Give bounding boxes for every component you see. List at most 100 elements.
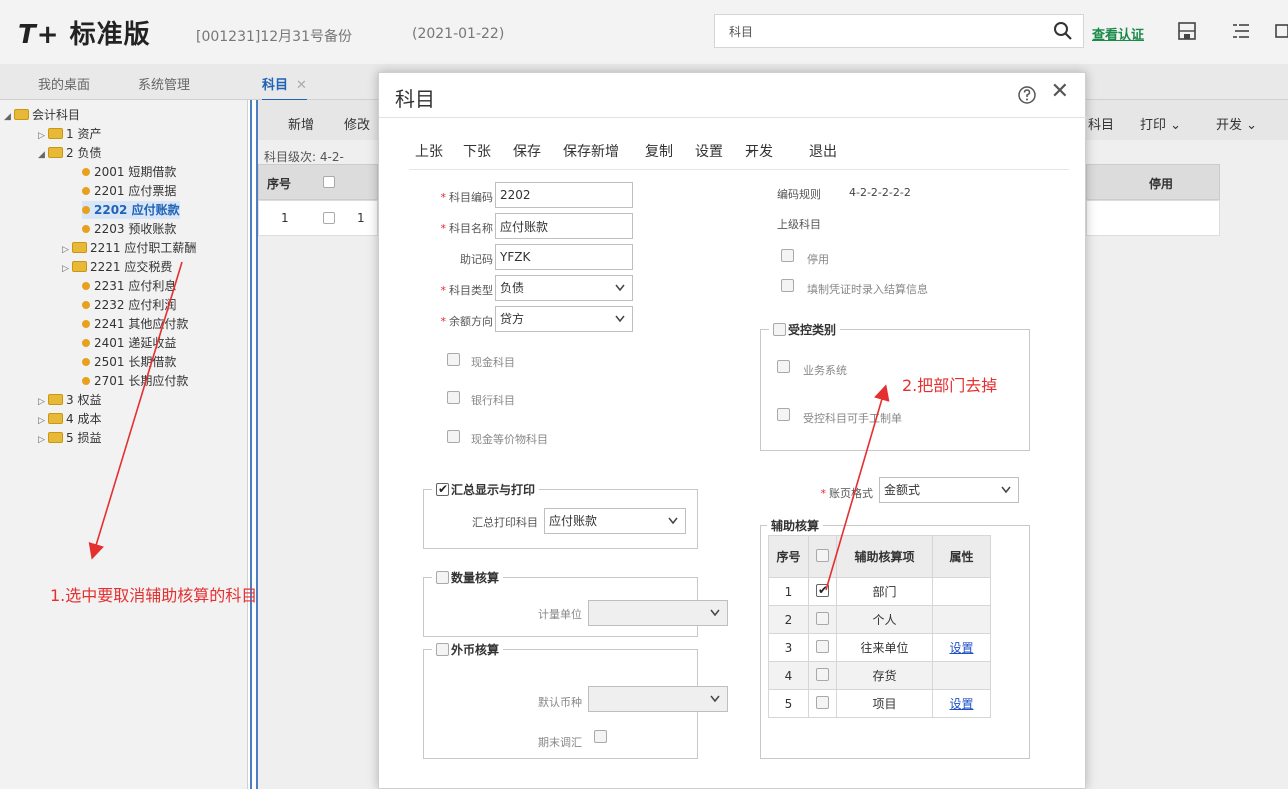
controlled-checkbox[interactable] [773, 323, 786, 336]
cash-equivalent-checkbox[interactable] [447, 430, 460, 443]
tree-leaf[interactable]: 2241 其他应付款 [82, 315, 188, 333]
subject-level: 科目级次: 4-2- [264, 150, 344, 164]
parent-subject-label: 上级科目 [777, 218, 821, 231]
controlled-manual-checkbox[interactable] [777, 408, 790, 421]
table-row[interactable]: 3 往来单位 设置 [768, 633, 991, 662]
tree-leaf[interactable]: 2501 长期借款 [82, 353, 176, 371]
collapse-triangle-icon[interactable]: ◢ [4, 108, 14, 126]
disabled-checkbox[interactable] [781, 249, 794, 262]
save-button[interactable]: 保存 [513, 141, 541, 161]
unit-select[interactable] [588, 600, 728, 626]
tree-node-cost[interactable]: ▷ 4 成本 [38, 410, 101, 428]
tree-leaf[interactable]: 2231 应付利息 [82, 277, 176, 295]
dev-button[interactable]: 开发 ⌄ [1216, 114, 1257, 133]
check-icon: ✔ [438, 482, 449, 496]
select-all-checkbox[interactable] [323, 176, 335, 188]
tree-leaf[interactable]: 2201 应付票据 [82, 182, 176, 200]
settle-info-checkbox[interactable] [781, 279, 794, 292]
bank-subject-checkbox[interactable] [447, 391, 460, 404]
expand-triangle-icon[interactable]: ▷ [38, 431, 48, 449]
aux-select-all-checkbox[interactable] [816, 548, 829, 562]
tree-node-liabilities[interactable]: ◢ 2 负债 [38, 144, 101, 162]
collapse-triangle-icon[interactable]: ◢ [38, 146, 48, 164]
prev-button[interactable]: 上张 [415, 141, 443, 161]
tree-node-pnl[interactable]: ▷ 5 损益 [38, 429, 101, 447]
mnemonic-field[interactable] [495, 244, 633, 270]
project-settings-link[interactable]: 设置 [949, 697, 973, 711]
help-icon[interactable] [1017, 85, 1037, 105]
expand-triangle-icon[interactable]: ▷ [38, 127, 48, 145]
tree-node-equity[interactable]: ▷ 3 权益 [38, 391, 101, 409]
expand-triangle-icon[interactable]: ▷ [62, 260, 72, 278]
name-label: * 科目名称 [440, 222, 494, 235]
search-box[interactable] [714, 14, 1084, 48]
aux-row-checkbox-department[interactable]: ✔ [816, 583, 829, 597]
tree-leaf[interactable]: 2232 应付利润 [82, 296, 176, 314]
tree-node[interactable]: ▷ 2211 应付职工薪酬 [62, 239, 196, 257]
settle-info-label: 填制凭证时录入结算信息 [807, 283, 928, 296]
tree-node-assets[interactable]: ▷ 1 资产 [38, 125, 101, 143]
aux-row-checkbox-project[interactable] [816, 695, 829, 709]
foreign-currency-checkbox[interactable] [436, 643, 449, 656]
balance-select[interactable]: 贷方 [495, 306, 633, 332]
biz-system-checkbox[interactable] [777, 360, 790, 373]
tree-leaf[interactable]: 2001 短期借款 [82, 163, 176, 181]
row-checkbox[interactable] [323, 212, 335, 224]
subject-button[interactable]: 科目 [1088, 114, 1114, 133]
tree-leaf[interactable]: 2701 长期应付款 [82, 372, 188, 390]
summary-checkbox[interactable]: ✔ [436, 482, 449, 496]
tree-leaf-selected[interactable]: 2202 应付账款 [82, 201, 180, 219]
table-row[interactable]: 1 ✔ 部门 [768, 577, 991, 606]
cash-subject-checkbox[interactable] [447, 353, 460, 366]
period-end-fx-checkbox[interactable] [594, 730, 607, 743]
name-field[interactable] [495, 213, 633, 239]
next-button[interactable]: 下张 [463, 141, 491, 161]
settings-button[interactable]: 设置 [695, 141, 723, 161]
close-icon[interactable]: ✕ [1051, 81, 1069, 103]
tree-root[interactable]: ◢ 会计科目 [4, 106, 80, 124]
default-currency-select[interactable] [588, 686, 728, 712]
aux-row-checkbox-partner[interactable] [816, 639, 829, 653]
table-row[interactable]: 4 存货 [768, 661, 991, 690]
summary-print-select[interactable]: 应付账款 [544, 508, 686, 534]
view-certification-link[interactable]: 查看认证 [1092, 24, 1144, 43]
expand-triangle-icon[interactable]: ▷ [62, 241, 72, 259]
leaf-dot-icon [82, 320, 90, 328]
search-icon[interactable] [1053, 21, 1073, 41]
table-row-right[interactable] [1086, 200, 1220, 236]
new-button[interactable]: 新增 [288, 114, 314, 133]
tree-leaf[interactable]: 2203 预收账款 [82, 220, 176, 238]
save-icon[interactable] [1176, 20, 1198, 42]
pane-splitter[interactable] [250, 100, 258, 789]
foreign-currency-group: 外币核算 默认币种 期末调汇 [423, 641, 728, 759]
aux-row-checkbox-personal[interactable] [816, 611, 829, 625]
controlled-legend: 受控类别 [769, 321, 841, 338]
code-field[interactable] [495, 182, 633, 208]
table-row[interactable]: 2 个人 [768, 605, 991, 634]
tab-close-icon[interactable]: ✕ [296, 78, 307, 93]
tab-my-desktop[interactable]: 我的桌面 [38, 74, 90, 93]
partner-settings-link[interactable]: 设置 [949, 641, 973, 655]
tree-leaf[interactable]: 2401 递延收益 [82, 334, 176, 352]
copy-button[interactable]: 复制 [645, 141, 673, 161]
type-select[interactable]: 负债 [495, 275, 633, 301]
save-and-new-button[interactable]: 保存新增 [563, 141, 619, 161]
tree-node[interactable]: ▷ 2221 应交税费 [62, 258, 172, 276]
table-row[interactable]: 1 1 [258, 200, 378, 236]
quantity-checkbox[interactable] [436, 571, 449, 584]
window-icon[interactable] [1274, 20, 1288, 42]
ledger-format-select[interactable]: 金额式 [879, 477, 1019, 503]
tab-system-management[interactable]: 系统管理 [138, 74, 190, 93]
aux-row-checkbox-inventory[interactable] [816, 667, 829, 681]
table-row[interactable]: 5 项目 设置 [768, 689, 991, 718]
print-button[interactable]: 打印 ⌄ [1140, 114, 1181, 133]
exit-button[interactable]: 退出 [809, 141, 837, 161]
expand-triangle-icon[interactable]: ▷ [38, 393, 48, 411]
annotation-step2: 2.把部门去掉 [902, 376, 998, 395]
grid-header-right: 停用 [1086, 164, 1220, 200]
list-menu-icon[interactable] [1230, 20, 1252, 42]
search-input[interactable] [715, 15, 1035, 47]
tab-subjects[interactable]: 科目 ✕ [262, 74, 307, 102]
edit-button[interactable]: 修改 [344, 114, 370, 133]
expand-triangle-icon[interactable]: ▷ [38, 412, 48, 430]
